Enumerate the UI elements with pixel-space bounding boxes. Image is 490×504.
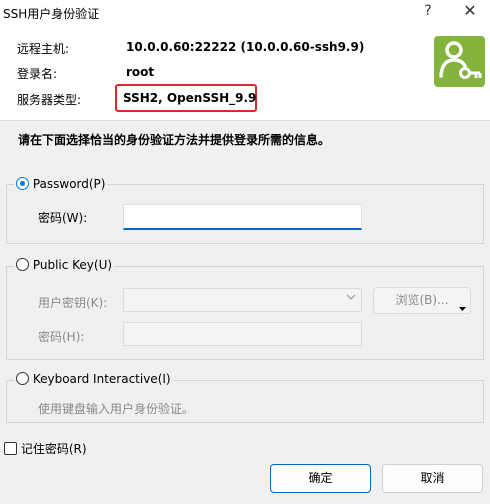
chevron-down-icon (346, 292, 356, 305)
remember-password-checkbox[interactable] (4, 442, 17, 455)
server-type-label: 服务器类型: (17, 93, 82, 107)
user-key-icon (434, 36, 485, 87)
login-name-value: root (126, 65, 155, 79)
public-key-radio-label[interactable]: Public Key(U) (33, 258, 112, 272)
password-radio-wrap[interactable]: Password(P) (14, 177, 108, 191)
remember-password-label[interactable]: 记住密码(R) (21, 442, 87, 456)
password-radio-label[interactable]: Password(P) (33, 177, 106, 191)
public-key-radio-wrap[interactable]: Public Key(U) (14, 258, 115, 272)
close-button[interactable]: ✕ (458, 1, 482, 20)
password-input[interactable] (123, 204, 362, 230)
password-field-label: 密码(W): (38, 211, 88, 225)
keyboard-radio-wrap[interactable]: Keyboard Interactive(I) (14, 372, 173, 386)
window-title: SSH用户身份验证 (3, 7, 100, 21)
remote-host-label: 远程主机: (17, 42, 70, 56)
dropdown-arrow-icon (459, 296, 466, 321)
keyboard-radio[interactable] (16, 372, 29, 385)
instruction-text: 请在下面选择恰当的身份验证方法并提供登录所需的信息。 (18, 133, 331, 147)
separator (0, 120, 490, 121)
help-button[interactable]: ? (418, 3, 438, 19)
keyboard-radio-label[interactable]: Keyboard Interactive(I) (33, 372, 171, 386)
public-key-radio[interactable] (16, 258, 29, 271)
browse-button-label: 浏览(B)... (395, 293, 449, 307)
user-key-label: 用户密钥(K): (38, 296, 108, 310)
browse-button[interactable]: 浏览(B)... (373, 287, 471, 314)
remember-password-wrap[interactable]: 记住密码(R) (4, 440, 87, 457)
remote-host-value: 10.0.0.60:22222 (10.0.0.60-ssh9.9) (126, 40, 365, 54)
ok-button[interactable]: 确定 (270, 464, 371, 493)
passphrase-input[interactable] (123, 322, 362, 346)
login-name-label: 登录名: (17, 67, 58, 81)
keyboard-description: 使用键盘输入用户身份验证。 (38, 402, 195, 416)
cancel-button[interactable]: 取消 (382, 464, 483, 493)
password-radio[interactable] (16, 177, 29, 190)
user-key-select[interactable] (123, 288, 362, 312)
server-type-value: SSH2, OpenSSH_9.9 (123, 91, 257, 105)
passphrase-label: 密码(H): (38, 330, 85, 344)
